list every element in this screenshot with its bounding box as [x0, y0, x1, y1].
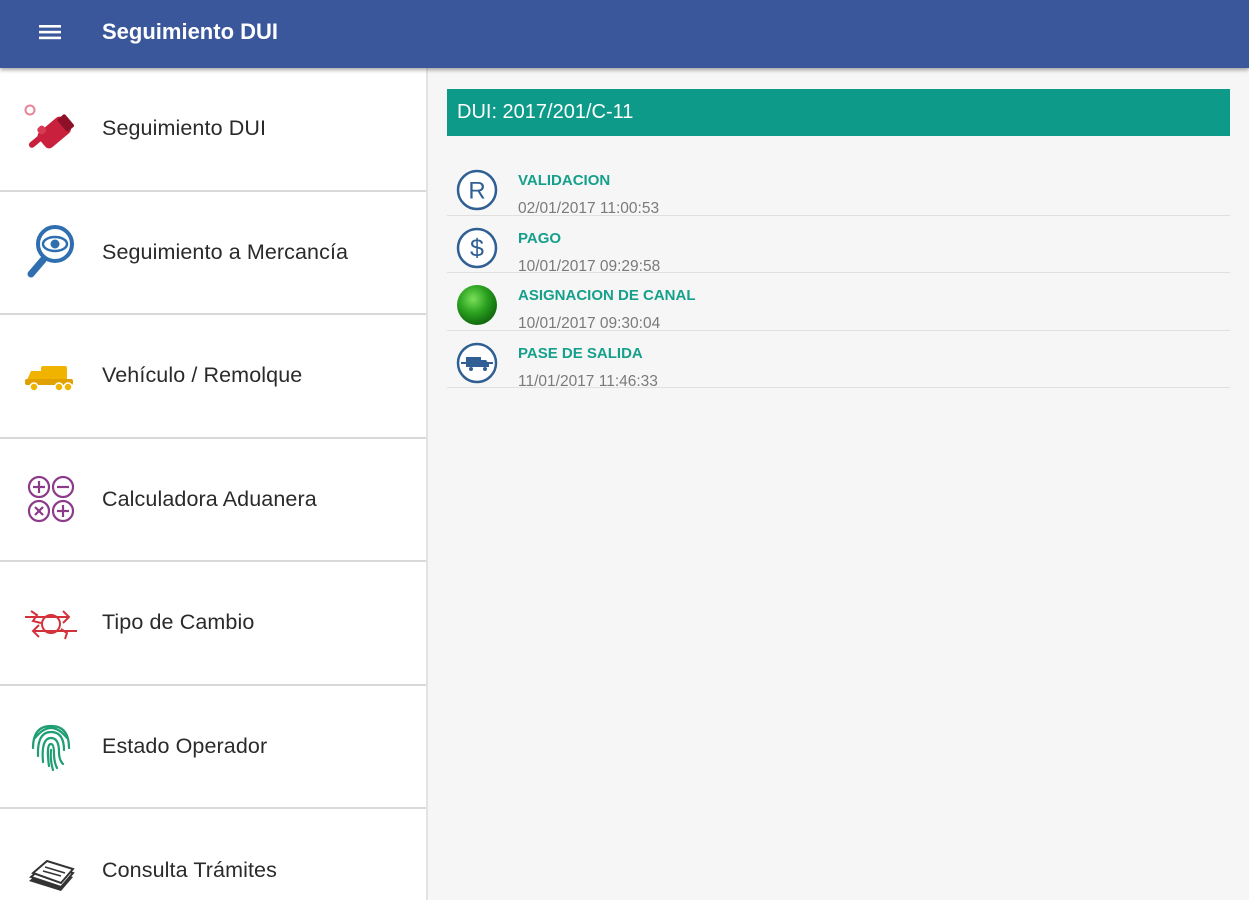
- registered-icon: R: [456, 169, 498, 211]
- truck-exit-icon: [456, 342, 498, 383]
- event-title: VALIDACION: [518, 172, 611, 189]
- nav-item-label: Seguimiento a Mercancía: [102, 239, 349, 264]
- svg-text:$: $: [470, 234, 484, 262]
- nav-item-seguimiento-dui[interactable]: Seguimiento DUI: [0, 68, 426, 192]
- svg-text:R: R: [468, 178, 485, 205]
- menu-button[interactable]: [0, 0, 102, 68]
- event-title: ASIGNACION DE CANAL: [518, 287, 696, 304]
- list-item[interactable]: R VALIDACION 02/01/2017 11:00:53: [447, 158, 1230, 217]
- nav-item-tipo-de-cambio[interactable]: Tipo de Cambio: [0, 562, 426, 686]
- list-item[interactable]: PASE DE SALIDA 11/01/2017 11:46:33: [447, 331, 1230, 390]
- event-title: PAGO: [518, 229, 562, 247]
- exchange-icon: [0, 593, 102, 653]
- dollar-icon: $: [456, 227, 498, 268]
- calculator-icon: [0, 469, 102, 529]
- nav-item-label: Seguimiento DUI: [102, 116, 267, 141]
- nav-item-seguimiento-mercancia[interactable]: Seguimiento a Mercancía: [0, 192, 426, 315]
- list-item[interactable]: ASIGNACION DE CANAL 10/01/2017 09:30:04: [447, 273, 1230, 332]
- nav-item-label: Calculadora Aduanera: [102, 486, 317, 511]
- hamburger-menu-icon: [39, 25, 61, 40]
- nav-item-label: Consulta Trámites: [102, 858, 277, 883]
- dui-number-header: DUI: 2017/201/C-11: [447, 89, 1230, 136]
- nav-item-vehiculo-remolque[interactable]: Vehículo / Remolque: [0, 315, 426, 439]
- nav-item-estado-operador[interactable]: Estado Operador: [0, 686, 426, 809]
- tracking-events-list: R VALIDACION 02/01/2017 11:00:53 $ PAGO …: [447, 158, 1230, 390]
- event-date: 11/01/2017 11:46:33: [518, 372, 658, 390]
- nav-item-label: Vehículo / Remolque: [102, 363, 303, 388]
- event-title: PASE DE SALIDA: [518, 344, 643, 362]
- navigation-drawer: Seguimiento DUI Seguimiento a Mercancía: [0, 68, 428, 900]
- nav-item-label: Tipo de Cambio: [102, 610, 255, 635]
- nav-item-label: Estado Operador: [102, 733, 268, 758]
- main-content: DUI: 2017/201/C-11 R VALIDACION 02/01/20…: [430, 68, 1249, 900]
- nav-item-consulta-tramites[interactable]: Consulta Trámites: [0, 809, 426, 900]
- fingerprint-icon: [0, 716, 102, 776]
- green-channel-icon: [457, 285, 497, 325]
- app-title: Seguimiento DUI: [102, 18, 279, 44]
- truck-icon: [0, 346, 102, 406]
- magnifier-eye-icon: [0, 222, 102, 282]
- list-item[interactable]: $ PAGO 10/01/2017 09:29:58: [447, 216, 1230, 275]
- documents-icon: [0, 841, 102, 900]
- nav-item-calculadora-aduanera[interactable]: Calculadora Aduanera: [0, 439, 426, 562]
- pointing-hand-icon: [0, 99, 102, 159]
- app-bar: Seguimiento DUI: [0, 0, 1249, 68]
